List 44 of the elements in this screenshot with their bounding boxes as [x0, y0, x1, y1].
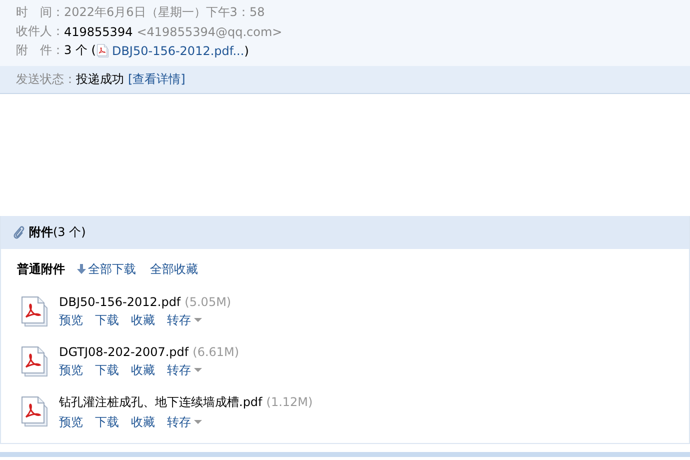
- file-action-link[interactable]: 收藏: [131, 312, 155, 329]
- file-action-link[interactable]: 预览: [59, 362, 83, 379]
- file-action-link[interactable]: 预览: [59, 414, 83, 430]
- attachment-count: 3 个 (: [64, 42, 96, 59]
- pdf-icon: [21, 396, 49, 428]
- details-link[interactable]: [查看详情]: [128, 71, 186, 88]
- file-size: (5.05M): [184, 295, 232, 309]
- download-arrow-icon: [77, 264, 86, 274]
- recipient-name: 419855394: [64, 24, 133, 38]
- closing-paren: ): [244, 44, 249, 58]
- attachments-count: (3 个): [53, 224, 86, 241]
- file-action-link[interactable]: 收藏: [131, 414, 155, 430]
- file-name: 钻孔灌注桩成孔、地下连续墙成槽.pdf: [59, 394, 262, 408]
- save-to-menu[interactable]: 转存: [167, 362, 202, 379]
- file-action-link[interactable]: 下载: [95, 362, 119, 379]
- file-action-link[interactable]: 下载: [95, 312, 119, 329]
- save-all-link[interactable]: 全部收藏: [150, 260, 198, 278]
- recipient-address: <419855394@qq.com>: [136, 24, 282, 38]
- sent-time: 2022年6月6日（星期一）下午3：58: [64, 4, 265, 21]
- file-size: (6.61M): [192, 345, 240, 359]
- file-action-link[interactable]: 预览: [59, 312, 83, 329]
- field-label: 时 间：: [16, 4, 64, 21]
- caret-icon: [194, 368, 202, 373]
- caret-icon: [194, 318, 202, 323]
- paperclip-icon: [13, 226, 25, 240]
- save-to-menu[interactable]: 转存: [167, 414, 202, 430]
- file-action-link[interactable]: 下载: [95, 414, 119, 430]
- section-label: 普通附件: [17, 260, 65, 278]
- file-size: (1.12M): [266, 394, 313, 408]
- field-label: 附 件：: [16, 42, 64, 59]
- file-name: DGTJ08-202-2007.pdf: [59, 345, 189, 359]
- file-action-link[interactable]: 收藏: [131, 362, 155, 379]
- download-all-link[interactable]: 全部下载: [77, 260, 136, 278]
- file-name: DBJ50-156-2012.pdf: [59, 295, 181, 309]
- status-label: 发送状态：: [16, 71, 76, 88]
- pdf-icon: [96, 44, 110, 58]
- pdf-icon: [21, 346, 49, 378]
- attachment-link[interactable]: DBJ50-156-2012.pdf...: [112, 44, 244, 58]
- pdf-icon: [21, 296, 49, 328]
- field-label: 收件人：: [16, 23, 64, 40]
- caret-icon: [194, 420, 202, 424]
- save-to-menu[interactable]: 转存: [167, 312, 202, 329]
- attachments-title: 附件: [29, 224, 53, 241]
- status-value: 投递成功: [76, 71, 124, 88]
